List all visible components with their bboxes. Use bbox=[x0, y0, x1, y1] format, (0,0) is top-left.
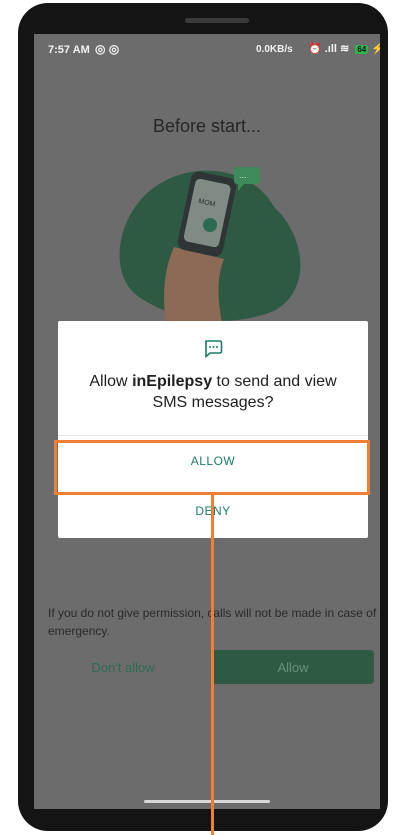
chat-bubble-text: ... bbox=[239, 170, 247, 180]
dont-allow-button[interactable]: Don't allow bbox=[48, 650, 198, 684]
app-name: inEpilepsy bbox=[132, 373, 213, 390]
message-icon bbox=[205, 340, 223, 359]
permission-prompt: Allow inEpilepsy to send and view SMS me… bbox=[74, 371, 352, 413]
notification-icons: ◎ ◎ bbox=[95, 42, 120, 56]
page-title: Before start... bbox=[152, 116, 262, 136]
allow-button[interactable]: Allow bbox=[212, 650, 374, 684]
earpiece-speaker bbox=[185, 18, 249, 23]
alarm-signal-wifi-icons: ⏰ .ıll ≋ bbox=[308, 43, 350, 55]
system-icons: ⏰ .ıll ≋ 64 ⚡ bbox=[308, 42, 380, 55]
phone-call-illustration: MOM ... bbox=[119, 167, 301, 324]
battery-icon: 64 bbox=[355, 44, 369, 54]
prompt-prefix: Allow bbox=[89, 373, 133, 390]
status-bar: 7:57 AM ◎ ◎ 0.0KB/s ⏰ .ıll ≋ 64 ⚡ bbox=[34, 34, 380, 66]
home-indicator[interactable] bbox=[144, 800, 270, 803]
charging-icon: ⚡ bbox=[371, 43, 380, 55]
allow-highlight-box bbox=[54, 440, 370, 495]
phone-screen: 7:57 AM ◎ ◎ 0.0KB/s ⏰ .ıll ≋ 64 ⚡ Before… bbox=[34, 34, 380, 809]
network-speed: 0.0KB/s bbox=[256, 44, 293, 55]
status-time: 7:57 AM bbox=[48, 44, 90, 56]
highlight-pointer-line bbox=[211, 494, 214, 835]
